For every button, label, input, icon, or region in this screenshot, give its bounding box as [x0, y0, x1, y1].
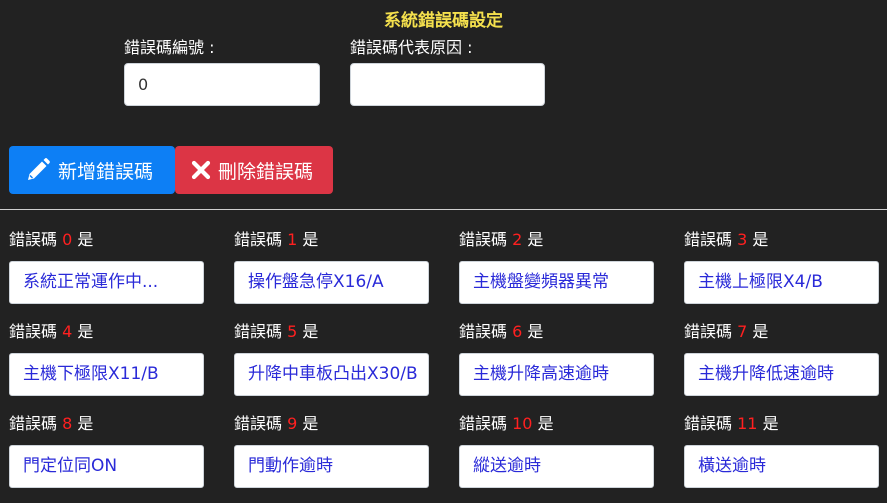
code-prefix: 錯誤碼	[459, 230, 508, 249]
code-suffix: 是	[77, 322, 94, 341]
error-code-item: 錯誤碼 2 是 主機盤變頻器異常	[459, 229, 654, 304]
code-number: 4	[62, 322, 73, 341]
add-code-button[interactable]: 新增錯誤碼	[9, 146, 175, 194]
error-code-item: 錯誤碼 3 是 主機上極限X4/B	[684, 229, 879, 304]
code-prefix: 錯誤碼	[684, 414, 733, 433]
error-code-item: 錯誤碼 0 是 系統正常運作中...	[9, 229, 204, 304]
code-suffix: 是	[302, 414, 319, 433]
code-prefix: 錯誤碼	[459, 322, 508, 341]
error-code-desc-field[interactable]: 橫送逾時	[684, 445, 879, 488]
error-code-desc-field[interactable]: 系統正常運作中...	[9, 261, 204, 304]
code-prefix: 錯誤碼	[684, 322, 733, 341]
code-prefix: 錯誤碼	[9, 230, 58, 249]
code-suffix: 是	[537, 414, 554, 433]
code-suffix: 是	[302, 230, 319, 249]
code-suffix: 是	[77, 414, 94, 433]
add-code-button-label: 新增錯誤碼	[58, 160, 154, 183]
error-code-label: 錯誤碼 11 是	[684, 413, 879, 435]
code-prefix: 錯誤碼	[684, 230, 733, 249]
code-number: 9	[287, 414, 298, 433]
error-code-desc-field[interactable]: 主機升降低速逾時	[684, 353, 879, 396]
error-code-label: 錯誤碼 1 是	[234, 229, 429, 251]
error-code-label: 錯誤碼 6 是	[459, 321, 654, 343]
error-code-desc-field[interactable]: 縱送逾時	[459, 445, 654, 488]
code-prefix: 錯誤碼	[459, 414, 508, 433]
code-reason-label: 錯誤碼代表原因 :	[350, 38, 473, 57]
code-prefix: 錯誤碼	[234, 230, 283, 249]
code-suffix: 是	[77, 230, 94, 249]
code-number: 1	[287, 230, 298, 249]
error-code-item: 錯誤碼 6 是 主機升降高速逾時	[459, 321, 654, 396]
code-suffix: 是	[752, 230, 769, 249]
error-code-item: 錯誤碼 10 是 縱送逾時	[459, 413, 654, 488]
error-code-item: 錯誤碼 5 是 升降中車板凸出X30/B	[234, 321, 429, 396]
error-code-desc-field[interactable]: 門動作逾時	[234, 445, 429, 488]
code-number-label: 錯誤碼編號 :	[124, 38, 215, 57]
error-code-desc-field[interactable]: 主機升降高速逾時	[459, 353, 654, 396]
error-code-desc-field[interactable]: 主機盤變頻器異常	[459, 261, 654, 304]
code-number: 0	[62, 230, 73, 249]
error-code-item: 錯誤碼 4 是 主機下極限X11/B	[9, 321, 204, 396]
delete-code-button[interactable]: 刪除錯誤碼	[175, 146, 333, 194]
error-code-desc-field[interactable]: 門定位同ON	[9, 445, 204, 488]
code-number: 11	[737, 414, 758, 433]
code-suffix: 是	[527, 322, 544, 341]
pencil-icon	[28, 158, 50, 180]
error-code-label: 錯誤碼 10 是	[459, 413, 654, 435]
error-code-label: 錯誤碼 7 是	[684, 321, 879, 343]
delete-code-button-label: 刪除錯誤碼	[218, 160, 314, 183]
code-prefix: 錯誤碼	[234, 414, 283, 433]
error-code-desc-field[interactable]: 主機上極限X4/B	[684, 261, 879, 304]
close-icon	[191, 160, 211, 180]
error-code-label: 錯誤碼 5 是	[234, 321, 429, 343]
error-code-item: 錯誤碼 11 是 橫送逾時	[684, 413, 879, 488]
code-number: 2	[512, 230, 523, 249]
code-suffix: 是	[752, 322, 769, 341]
error-code-desc-field[interactable]: 升降中車板凸出X30/B	[234, 353, 429, 396]
code-number: 3	[737, 230, 748, 249]
error-code-desc-field[interactable]: 主機下極限X11/B	[9, 353, 204, 396]
code-prefix: 錯誤碼	[9, 414, 58, 433]
code-number: 7	[737, 322, 748, 341]
code-number: 10	[512, 414, 533, 433]
code-suffix: 是	[527, 230, 544, 249]
code-prefix: 錯誤碼	[9, 322, 58, 341]
error-code-item: 錯誤碼 9 是 門動作逾時	[234, 413, 429, 488]
error-code-label: 錯誤碼 2 是	[459, 229, 654, 251]
error-code-label: 錯誤碼 3 是	[684, 229, 879, 251]
error-code-item: 錯誤碼 7 是 主機升降低速逾時	[684, 321, 879, 396]
error-code-desc-field[interactable]: 操作盤急停X16/A	[234, 261, 429, 304]
code-number-input[interactable]: 0	[124, 63, 320, 106]
code-number: 8	[62, 414, 73, 433]
code-number: 6	[512, 322, 523, 341]
code-number: 5	[287, 322, 298, 341]
code-suffix: 是	[302, 322, 319, 341]
error-code-item: 錯誤碼 1 是 操作盤急停X16/A	[234, 229, 429, 304]
code-suffix: 是	[762, 414, 779, 433]
error-code-label: 錯誤碼 4 是	[9, 321, 204, 343]
error-code-label: 錯誤碼 0 是	[9, 229, 204, 251]
section-divider	[0, 209, 887, 210]
error-code-label: 錯誤碼 9 是	[234, 413, 429, 435]
code-reason-input[interactable]	[350, 63, 545, 106]
error-code-label: 錯誤碼 8 是	[9, 413, 204, 435]
code-prefix: 錯誤碼	[234, 322, 283, 341]
error-code-item: 錯誤碼 8 是 門定位同ON	[9, 413, 204, 488]
page-title: 系統錯誤碼設定	[384, 11, 503, 31]
